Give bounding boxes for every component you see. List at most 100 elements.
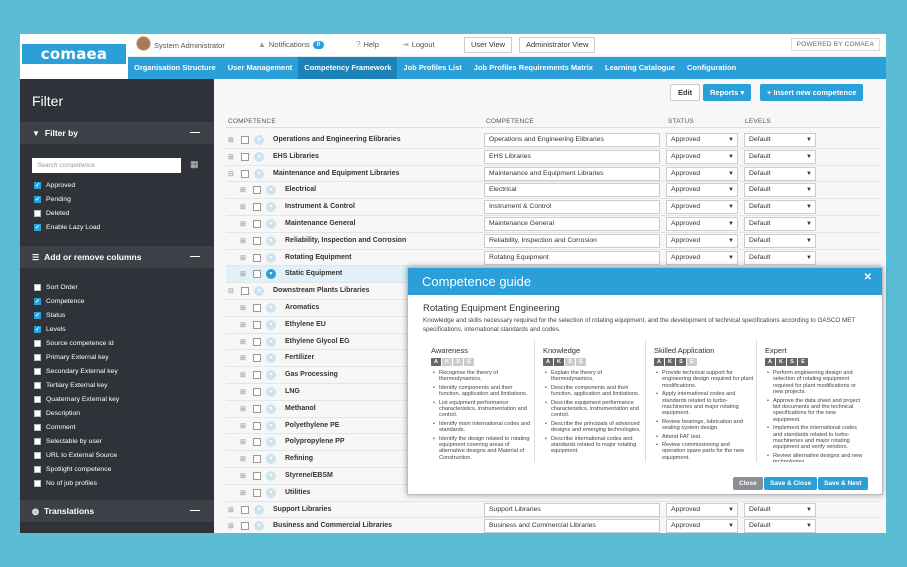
row-checkbox[interactable] bbox=[241, 505, 249, 514]
admin-view-button[interactable]: Administrator View bbox=[519, 37, 596, 53]
checkbox-comment[interactable]: Comment bbox=[34, 420, 119, 434]
row-checkbox[interactable] bbox=[241, 287, 249, 296]
competence-input[interactable]: Support Libraries bbox=[484, 502, 660, 517]
levels-select[interactable]: Default ▼ bbox=[744, 200, 816, 215]
levels-select[interactable]: Default ▼ bbox=[744, 519, 816, 533]
chevron-down-icon[interactable]: ▾ bbox=[266, 185, 276, 196]
chevron-down-icon[interactable]: ▾ bbox=[254, 151, 264, 162]
chevron-down-icon[interactable]: ▾ bbox=[266, 219, 276, 229]
insert-competence-button[interactable]: + Insert new competence bbox=[760, 84, 864, 101]
expand-toggle-icon[interactable]: ⊞ bbox=[240, 237, 246, 245]
expand-toggle-icon[interactable]: ⊞ bbox=[240, 354, 246, 362]
nav-item-job-profiles-list[interactable]: Job Profiles List bbox=[397, 57, 467, 79]
expand-toggle-icon[interactable]: ⊞ bbox=[228, 506, 234, 514]
nav-item-configuration[interactable]: Configuration bbox=[681, 57, 742, 79]
search-competence-input[interactable] bbox=[32, 158, 181, 173]
expand-toggle-icon[interactable]: ⊞ bbox=[240, 321, 246, 329]
status-select[interactable]: Approved ▼ bbox=[666, 149, 738, 164]
status-select[interactable]: Approved ▼ bbox=[666, 200, 738, 215]
chevron-down-icon[interactable]: ▾ bbox=[266, 471, 276, 481]
chevron-down-icon[interactable]: ▾ bbox=[266, 403, 276, 414]
close-button[interactable]: Close bbox=[733, 477, 763, 490]
expand-toggle-icon[interactable]: ⊞ bbox=[228, 522, 234, 530]
table-row[interactable]: ⊞ ▾ EHS Libraries EHS Libraries Approved ▼ Def… bbox=[226, 149, 881, 166]
table-row[interactable]: ⊞ ▾ Rotating Equipment Rotating Equipment Ap… bbox=[226, 250, 881, 267]
chevron-down-icon[interactable]: ▾ bbox=[266, 454, 276, 465]
expand-toggle-icon[interactable]: ⊞ bbox=[240, 270, 246, 278]
logo[interactable]: comaea bbox=[22, 44, 126, 64]
logout-link[interactable]: ⇥ Logout bbox=[402, 40, 435, 49]
collapse-icon[interactable]: — bbox=[190, 500, 200, 522]
row-checkbox[interactable] bbox=[253, 404, 261, 413]
checkbox-box[interactable] bbox=[34, 353, 41, 361]
table-row[interactable]: ⊞ ▾ Operations and Engineering Elibraries O… bbox=[226, 132, 881, 149]
chevron-down-icon[interactable]: ▾ bbox=[266, 487, 276, 498]
chevron-down-icon[interactable]: ▾ bbox=[266, 353, 276, 364]
expand-toggle-icon[interactable]: ⊞ bbox=[228, 153, 234, 161]
expand-toggle-icon[interactable]: ⊞ bbox=[240, 304, 246, 312]
chevron-down-icon[interactable]: ▾ bbox=[254, 135, 264, 145]
checkbox-sort-order[interactable]: Sort Order bbox=[34, 280, 119, 294]
checkbox-spotlight-competence[interactable]: Spotlight competence bbox=[34, 462, 119, 476]
table-row[interactable]: ⊞ ▾ Reliability, Inspection and Corrosion R… bbox=[226, 233, 881, 250]
calendar-icon[interactable]: ▦ bbox=[190, 159, 199, 170]
checkbox-box[interactable] bbox=[34, 381, 41, 389]
table-row[interactable]: ⊞ ▾ Electrical Electrical Approved ▼ Default ▼ bbox=[226, 182, 881, 200]
chevron-down-icon[interactable]: ▾ bbox=[266, 269, 276, 280]
close-icon[interactable]: ✕ bbox=[864, 268, 872, 288]
chevron-down-icon[interactable]: ▾ bbox=[266, 336, 276, 347]
translations-header[interactable]: ◍ Translations — bbox=[20, 500, 214, 522]
save-next-button[interactable]: Save & Next bbox=[818, 477, 868, 490]
table-row[interactable]: ⊞ ▾ Instrument & Control Instrument & Contr… bbox=[226, 199, 881, 216]
levels-select[interactable]: Default ▼ bbox=[744, 502, 816, 517]
checkbox-status[interactable]: ✓ Status bbox=[34, 308, 119, 322]
checkbox-box[interactable] bbox=[34, 283, 41, 291]
status-select[interactable]: Approved ▼ bbox=[666, 183, 738, 198]
chevron-down-icon[interactable]: ▾ bbox=[266, 252, 276, 263]
expand-toggle-icon[interactable]: ⊞ bbox=[228, 136, 234, 144]
chevron-down-icon[interactable]: ▾ bbox=[266, 303, 276, 313]
expand-toggle-icon[interactable]: ⊞ bbox=[240, 254, 246, 262]
row-checkbox[interactable] bbox=[253, 388, 261, 396]
expand-toggle-icon[interactable]: ⊞ bbox=[240, 422, 246, 430]
reports-button[interactable]: Reports ▾ bbox=[703, 84, 752, 101]
row-checkbox[interactable] bbox=[253, 253, 261, 262]
status-select[interactable]: Approved ▼ bbox=[666, 133, 738, 147]
row-checkbox[interactable] bbox=[241, 169, 249, 178]
checkbox-no-of-job-profiles[interactable]: No of job profiles bbox=[34, 476, 119, 490]
table-row[interactable]: ⊞ ▾ Business and Commercial Libraries Busin… bbox=[226, 518, 881, 533]
row-checkbox[interactable] bbox=[253, 186, 261, 195]
chevron-down-icon[interactable]: ▾ bbox=[254, 504, 264, 515]
competence-input[interactable]: EHS Libraries bbox=[484, 149, 660, 164]
nav-item-organisation-structure[interactable]: Organisation Structure bbox=[128, 57, 222, 79]
checkbox-box[interactable] bbox=[34, 367, 41, 375]
nav-item-job-profiles-requirements-matrix[interactable]: Job Profiles Requirements Matrix bbox=[468, 57, 599, 79]
row-checkbox[interactable] bbox=[241, 522, 249, 531]
checkbox-box[interactable]: ✓ bbox=[34, 311, 41, 319]
row-checkbox[interactable] bbox=[241, 136, 249, 144]
row-checkbox[interactable] bbox=[241, 152, 249, 161]
row-checkbox[interactable] bbox=[253, 421, 261, 430]
chevron-down-icon[interactable]: ▾ bbox=[266, 437, 276, 448]
checkbox-box[interactable] bbox=[34, 465, 41, 473]
checkbox-deleted[interactable]: Deleted bbox=[34, 206, 100, 220]
chevron-down-icon[interactable]: ▾ bbox=[266, 202, 276, 213]
checkbox-box[interactable]: ✓ bbox=[34, 223, 41, 231]
row-checkbox[interactable] bbox=[253, 488, 261, 497]
edit-button[interactable]: Edit bbox=[670, 84, 701, 101]
checkbox-box[interactable]: ✓ bbox=[34, 195, 41, 203]
table-row[interactable]: ⊞ ▾ Maintenance General Maintenance General… bbox=[226, 216, 881, 233]
row-checkbox[interactable] bbox=[253, 236, 261, 245]
levels-select[interactable]: Default ▼ bbox=[744, 149, 816, 164]
checkbox-box[interactable] bbox=[34, 479, 41, 487]
chevron-down-icon[interactable]: ▾ bbox=[266, 387, 276, 397]
checkbox-levels[interactable]: ✓ Levels bbox=[34, 322, 119, 336]
expand-toggle-icon[interactable]: ⊞ bbox=[240, 338, 246, 346]
expand-toggle-icon[interactable]: ⊞ bbox=[240, 489, 246, 497]
save-close-button[interactable]: Save & Close bbox=[764, 477, 818, 490]
row-checkbox[interactable] bbox=[253, 270, 261, 279]
status-select[interactable]: Approved ▼ bbox=[666, 233, 738, 248]
checkbox-enable-lazy-load[interactable]: ✓ Enable Lazy Load bbox=[34, 220, 100, 234]
notifications-link[interactable]: ▲ Notifications 0 bbox=[258, 40, 325, 49]
status-select[interactable]: Approved ▼ bbox=[666, 217, 738, 231]
